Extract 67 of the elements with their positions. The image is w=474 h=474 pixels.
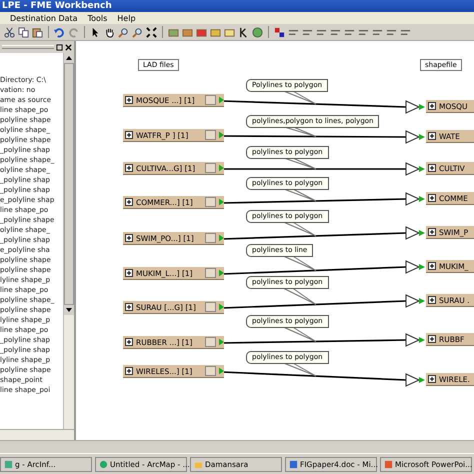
pointer-icon[interactable] <box>90 26 101 38</box>
reader-icon[interactable] <box>182 26 193 38</box>
expand-icon[interactable] <box>125 367 133 375</box>
reader-icon[interactable] <box>196 26 207 38</box>
expand-icon[interactable] <box>428 164 436 172</box>
cut-icon[interactable] <box>4 26 15 38</box>
app-icon <box>4 460 13 468</box>
expand-icon[interactable] <box>428 375 436 383</box>
close-icon[interactable] <box>65 44 72 50</box>
input-port-icon <box>406 100 425 114</box>
input-port-icon <box>406 130 425 144</box>
expand-icon[interactable] <box>125 96 133 104</box>
expand-icon[interactable] <box>428 194 436 202</box>
properties-button[interactable] <box>205 163 216 173</box>
expand-icon[interactable] <box>428 296 436 304</box>
properties-button[interactable] <box>205 197 216 207</box>
input-port-icon <box>406 373 425 387</box>
expand-icon[interactable] <box>125 269 133 277</box>
input-port-icon <box>406 192 425 206</box>
app-icon <box>384 460 393 468</box>
zoom-in-icon[interactable] <box>118 26 129 38</box>
undo-icon[interactable] <box>54 26 65 38</box>
paste-icon[interactable] <box>32 26 43 38</box>
reader-icon[interactable] <box>210 26 221 38</box>
zoom-out-icon[interactable] <box>132 26 143 38</box>
globe-icon[interactable] <box>252 26 263 38</box>
layout-icon[interactable] <box>274 26 285 38</box>
scroll-down-icon[interactable] <box>64 305 74 315</box>
input-port-icon <box>406 226 425 240</box>
properties-button[interactable] <box>205 366 216 376</box>
globe-icon <box>99 460 108 468</box>
expand-icon[interactable] <box>125 303 133 311</box>
input-port-icon <box>406 294 425 308</box>
expand-icon[interactable] <box>428 335 436 343</box>
window-title: LPE - FME Workbench <box>2 1 112 11</box>
expand-icon[interactable] <box>428 132 436 140</box>
reader-icon[interactable] <box>168 26 179 38</box>
fit-icon[interactable] <box>146 26 157 38</box>
input-port-icon <box>406 260 425 274</box>
expand-icon[interactable] <box>428 228 436 236</box>
properties-button[interactable] <box>205 233 216 243</box>
properties-button[interactable] <box>205 337 216 347</box>
input-port-icon <box>406 162 425 176</box>
properties-button[interactable] <box>205 130 216 140</box>
properties-button[interactable] <box>205 95 216 105</box>
expand-icon[interactable] <box>125 164 133 172</box>
input-port-icon <box>406 333 425 347</box>
horizontal-scrollbar[interactable] <box>0 429 74 440</box>
hand-icon[interactable] <box>104 26 115 38</box>
expand-icon[interactable] <box>428 102 436 110</box>
menu-item[interactable]: Destination Data <box>10 14 78 22</box>
expand-icon[interactable] <box>125 234 133 242</box>
copy-icon[interactable] <box>18 26 29 38</box>
vertical-scrollbar[interactable] <box>63 53 74 429</box>
expand-icon[interactable] <box>125 338 133 346</box>
scroll-thumb[interactable] <box>64 63 74 305</box>
expand-icon[interactable] <box>125 131 133 139</box>
app-icon <box>289 460 298 468</box>
reader-icon[interactable] <box>224 26 235 38</box>
properties-button[interactable] <box>205 268 216 278</box>
menu-item[interactable]: Tools <box>88 14 108 22</box>
expand-icon[interactable] <box>428 262 436 270</box>
expand-icon[interactable] <box>125 198 133 206</box>
folder-icon <box>194 460 203 468</box>
menu-item[interactable]: Help <box>117 14 136 22</box>
scroll-up-icon[interactable] <box>64 53 74 63</box>
properties-button[interactable] <box>205 302 216 312</box>
